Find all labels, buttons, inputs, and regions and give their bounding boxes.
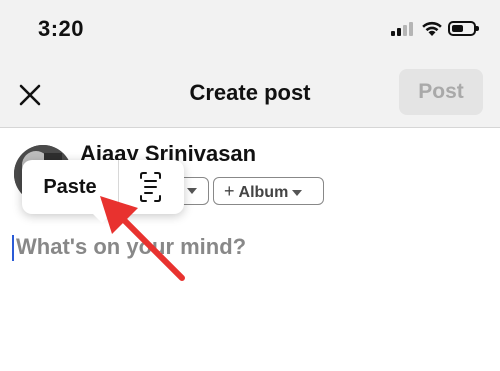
album-selector[interactable]: + Album	[213, 177, 324, 205]
scan-text-icon	[140, 172, 161, 202]
chevron-down-icon	[187, 187, 197, 194]
album-label: Album	[238, 184, 289, 201]
plus-icon: +	[224, 181, 235, 201]
header-bar: Create post Post	[0, 62, 500, 128]
battery-level	[452, 25, 463, 32]
edit-context-menu: Paste	[22, 160, 184, 223]
wifi-icon	[422, 21, 442, 36]
status-bar: 3:20	[0, 0, 500, 62]
scan-text-button[interactable]	[119, 160, 184, 214]
text-cursor	[12, 235, 14, 261]
post-button[interactable]: Post	[399, 69, 483, 115]
chevron-down-icon	[292, 189, 303, 196]
cellular-signal-icon	[391, 22, 415, 36]
status-time: 3:20	[38, 16, 85, 41]
battery-icon	[448, 21, 479, 36]
post-text-input[interactable]: What's on your mind?	[12, 232, 482, 266]
composer-placeholder: What's on your mind?	[16, 234, 247, 259]
paste-button[interactable]: Paste	[22, 160, 118, 214]
